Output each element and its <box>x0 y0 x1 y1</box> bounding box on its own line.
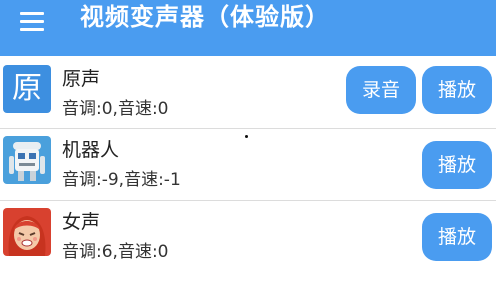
voice-item-original[interactable]: 原 原声 音调:0,音速:0 录音 播放 <box>0 58 496 128</box>
original-voice-avatar: 原 <box>3 65 51 113</box>
menu-icon[interactable] <box>8 6 48 38</box>
voice-name: 原声 <box>62 68 101 90</box>
play-button[interactable]: 播放 <box>422 66 492 114</box>
menu-line <box>20 28 44 31</box>
voice-name: 机器人 <box>62 139 120 161</box>
voice-params: 音调:0,音速:0 <box>62 99 169 119</box>
voice-item-female[interactable]: 女声 音调:6,音速:0 播放 <box>0 200 496 271</box>
voice-params: 音调:-9,音速:-1 <box>62 170 181 190</box>
app-bar: 视频变声器（体验版） <box>0 0 496 56</box>
robot-icon <box>3 136 51 184</box>
page-title: 视频变声器（体验版） <box>80 3 330 31</box>
voice-params: 音调:6,音速:0 <box>62 242 169 262</box>
menu-line <box>20 20 44 23</box>
woman-face-icon <box>3 208 51 256</box>
app-root: 视频变声器（体验版） 原 原声 音调:0,音速:0 录音 播放 机器人 音调:-… <box>0 0 496 283</box>
play-button[interactable]: 播放 <box>422 141 492 189</box>
stray-dot <box>245 135 248 138</box>
voice-name: 女声 <box>62 211 101 233</box>
voice-item-robot[interactable]: 机器人 音调:-9,音速:-1 播放 <box>0 128 496 199</box>
menu-line <box>20 12 44 15</box>
record-button[interactable]: 录音 <box>346 66 416 114</box>
play-button[interactable]: 播放 <box>422 213 492 261</box>
